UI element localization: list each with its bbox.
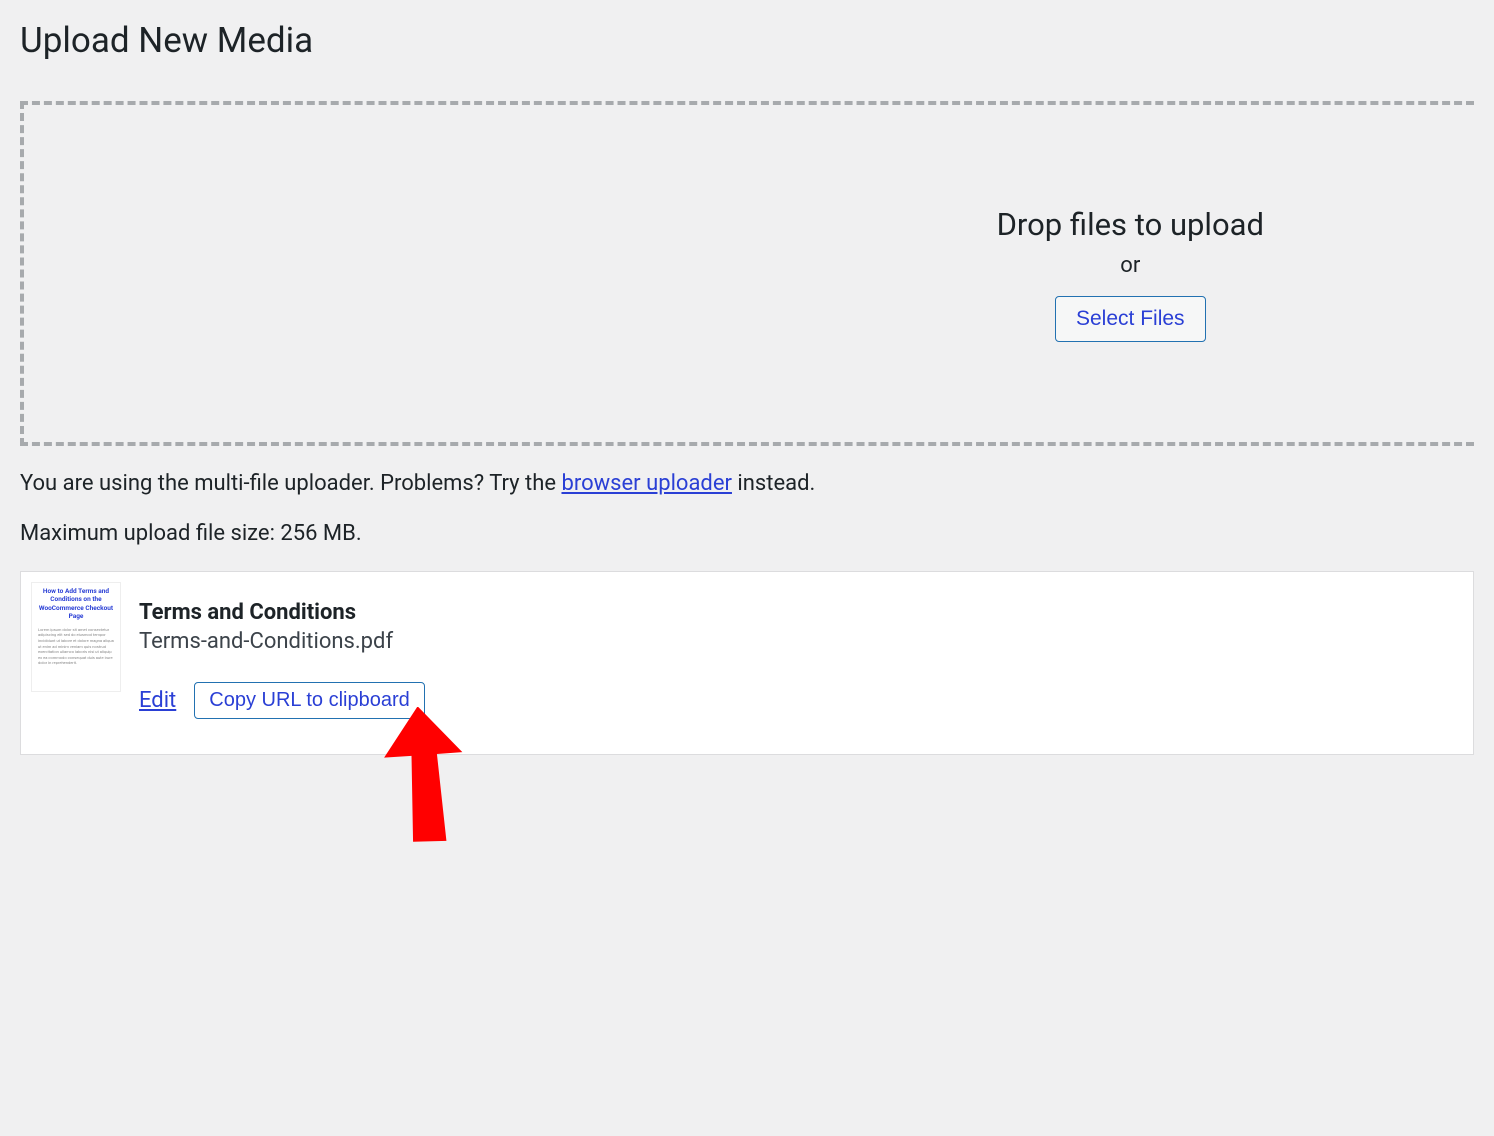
media-filename: Terms-and-Conditions.pdf	[139, 629, 1463, 654]
uploader-info-text: You are using the multi-file uploader. P…	[20, 471, 1474, 496]
upload-dropzone[interactable]: Drop files to upload or Select Files	[20, 101, 1474, 446]
media-thumbnail: How to Add Terms and Conditions on the W…	[31, 582, 121, 692]
media-details: Terms and Conditions Terms-and-Condition…	[139, 582, 1463, 719]
arrow-annotation-icon	[379, 707, 479, 852]
edit-link[interactable]: Edit	[139, 688, 176, 713]
page-title: Upload New Media	[20, 20, 1474, 61]
info-text-before: You are using the multi-file uploader. P…	[20, 471, 561, 496]
select-files-button[interactable]: Select Files	[1055, 296, 1206, 342]
dropzone-heading: Drop files to upload	[997, 206, 1264, 243]
browser-uploader-link[interactable]: browser uploader	[561, 471, 731, 496]
copy-url-button[interactable]: Copy URL to clipboard	[194, 682, 424, 719]
dropzone-or-text: or	[997, 253, 1264, 278]
dropzone-content: Drop files to upload or Select Files	[997, 206, 1264, 342]
media-title: Terms and Conditions	[139, 600, 1463, 625]
info-text-after: instead.	[732, 471, 815, 496]
max-upload-size-text: Maximum upload file size: 256 MB.	[20, 521, 1474, 546]
thumbnail-body: Lorem ipsum dolor sit amet consectetur a…	[38, 627, 114, 666]
uploaded-media-item: How to Add Terms and Conditions on the W…	[20, 571, 1474, 755]
thumbnail-heading: How to Add Terms and Conditions on the W…	[38, 587, 114, 621]
media-actions: Edit Copy URL to clipboard	[139, 682, 1463, 719]
